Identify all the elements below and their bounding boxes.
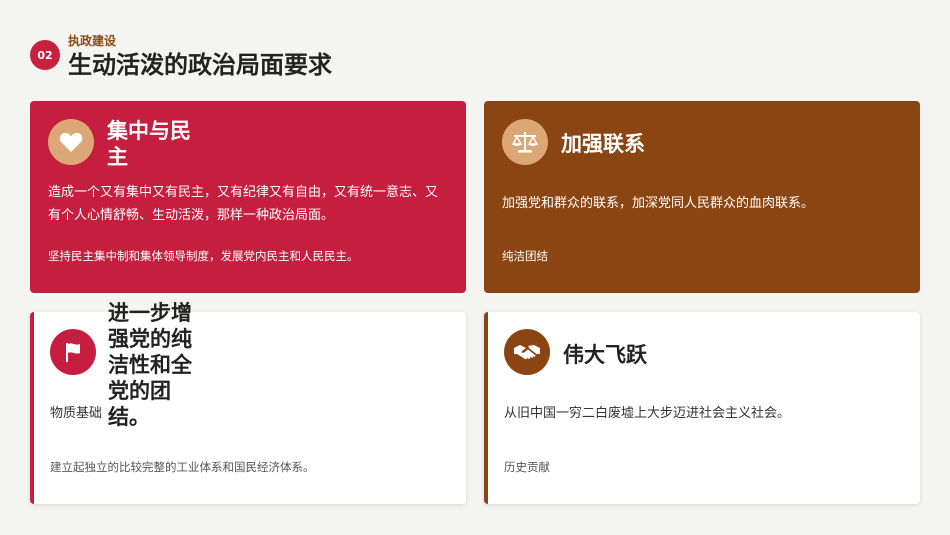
- card-title: 加强联系: [561, 132, 645, 156]
- card-footnote: 坚持民主集中制和集体领导制度，发展党内民主和人民民主。: [48, 249, 359, 263]
- card-title: 集中与民主: [107, 119, 191, 169]
- page-title: 生动活泼的政治局面要求: [68, 51, 332, 79]
- balance-scale-icon: [502, 119, 548, 165]
- card-body: 物质基础: [50, 406, 103, 421]
- handshake-icon: [504, 329, 550, 375]
- card-party-purity: 进一步增强党的纯洁性和全党的团结。 物质基础 建立起独立的比较完整的工业体系和国…: [30, 301, 466, 504]
- card-footnote: 建立起独立的比较完整的工业体系和国民经济体系。: [50, 460, 315, 474]
- card-title: 伟大飞跃: [563, 343, 647, 367]
- card-centralism-democracy: 集中与民主 造成一个又有集中又有民主，又有纪律又有自由，又有统一意志、又有个人心…: [30, 101, 466, 293]
- flag-icon: [50, 329, 96, 375]
- card-body: 从旧中国一穷二白废墟上大步迈进社会主义社会。: [504, 406, 791, 421]
- card-strengthen-ties: 加强联系 加强党和群众的联系，加深党同人民群众的血肉联系。 纯洁团结: [484, 101, 920, 293]
- card-footnote: 历史贡献: [504, 460, 550, 474]
- card-footnote: 纯洁团结: [502, 249, 548, 263]
- card-body: 加强党和群众的联系，加深党同人民群众的血肉联系。: [502, 196, 815, 211]
- section-number-badge: 02: [30, 40, 60, 70]
- card-body: 造成一个又有集中又有民主，又有纪律又有自由，又有统一意志、又有个人心情舒畅、生动…: [48, 185, 439, 223]
- heart-icon: [48, 119, 94, 165]
- card-great-leap: 伟大飞跃 从旧中国一穷二白废墟上大步迈进社会主义社会。 历史贡献: [484, 312, 920, 504]
